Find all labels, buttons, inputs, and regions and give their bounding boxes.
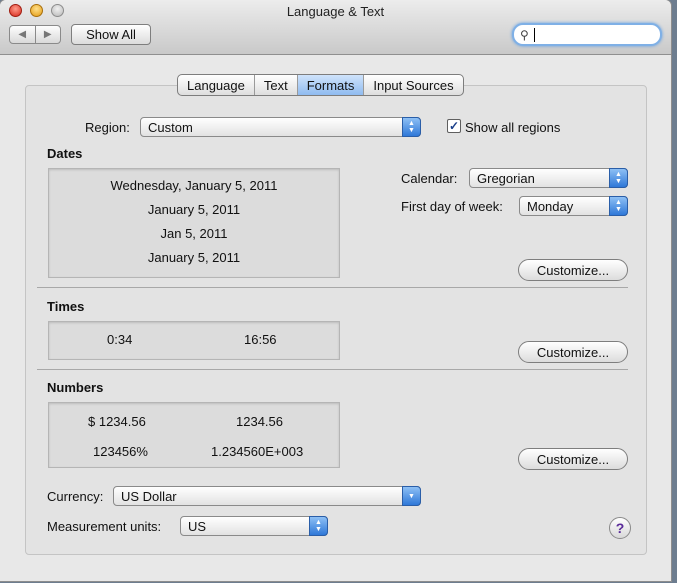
preferences-window: Language & Text ◀ ▶ Show All ⚲ Language … <box>0 0 671 581</box>
times-sample-box: 0:34 16:56 <box>48 321 340 360</box>
date-short: January 5, 2011 <box>147 250 241 265</box>
window-title: Language & Text <box>286 4 385 19</box>
text-caret <box>534 28 535 42</box>
search-input[interactable]: ⚲ <box>512 23 662 46</box>
number-currency: $ 1234.56 <box>88 414 146 429</box>
calendar-popup[interactable]: Gregorian ▲ ▼ <box>469 168 628 188</box>
show-all-button[interactable]: Show All <box>71 24 151 45</box>
times-customize-button[interactable]: Customize... <box>518 341 628 363</box>
region-label: Region: <box>85 120 130 135</box>
date-full: Wednesday, January 5, 2011 <box>110 178 278 193</box>
dates-heading: Dates <box>47 146 83 161</box>
popup-arrows-icon: ▲ ▼ <box>309 516 328 536</box>
region-value: Custom <box>148 119 193 135</box>
search-icon: ⚲ <box>520 28 529 42</box>
measurement-label: Measurement units: <box>47 519 162 534</box>
help-button[interactable]: ? <box>609 517 631 539</box>
currency-popup[interactable]: US Dollar ▼ <box>113 486 421 506</box>
first-day-popup[interactable]: Monday ▲ ▼ <box>519 196 628 216</box>
separator <box>37 287 628 288</box>
tab-bar: Language Text Formats Input Sources <box>177 74 464 96</box>
date-medium: Jan 5, 2011 <box>160 226 228 241</box>
popup-arrows-icon: ▲ ▼ <box>609 196 628 216</box>
dates-customize-button[interactable]: Customize... <box>518 259 628 281</box>
formats-panel <box>25 85 647 555</box>
region-popup[interactable]: Custom ▲ ▼ <box>140 117 421 137</box>
back-arrow-icon[interactable]: ◀ <box>10 26 36 43</box>
time-short: 0:34 <box>107 332 133 347</box>
currency-label: Currency: <box>47 489 104 504</box>
popup-arrow-icon: ▼ <box>402 486 421 506</box>
currency-value: US Dollar <box>121 488 177 504</box>
numbers-heading: Numbers <box>47 380 104 395</box>
date-long: January 5, 2011 <box>147 202 241 217</box>
number-scientific: 1.234560E+003 <box>211 444 304 459</box>
back-forward-control: ◀ ▶ <box>9 25 61 44</box>
calendar-value: Gregorian <box>477 170 535 186</box>
number-decimal: 1234.56 <box>236 414 283 429</box>
calendar-label: Calendar: <box>401 171 458 186</box>
show-all-regions-checkbox[interactable]: ✓ <box>447 119 461 133</box>
title-bar: Language & Text ◀ ▶ Show All ⚲ <box>0 0 671 55</box>
time-long: 16:56 <box>244 332 277 347</box>
numbers-customize-button[interactable]: Customize... <box>518 448 628 470</box>
tab-input-sources[interactable]: Input Sources <box>364 75 462 95</box>
question-mark-icon: ? <box>615 520 625 536</box>
times-heading: Times <box>47 299 85 314</box>
first-day-value: Monday <box>527 198 574 214</box>
popup-arrows-icon: ▲ ▼ <box>609 168 628 188</box>
forward-arrow-icon[interactable]: ▶ <box>36 26 61 43</box>
number-percent: 123456% <box>93 444 148 459</box>
show-all-regions-label: Show all regions <box>465 120 561 135</box>
measurement-value: US <box>188 518 207 534</box>
tab-text[interactable]: Text <box>255 75 298 95</box>
dates-sample-box: Wednesday, January 5, 2011 January 5, 20… <box>48 168 340 278</box>
tab-formats[interactable]: Formats <box>297 75 365 95</box>
numbers-sample-box: $ 1234.56 1234.56 123456% 1.234560E+003 <box>48 402 340 468</box>
tab-language[interactable]: Language <box>178 75 255 95</box>
popup-arrows-icon: ▲ ▼ <box>402 117 421 137</box>
first-day-label: First day of week: <box>401 199 503 214</box>
separator <box>37 369 628 370</box>
measurement-popup[interactable]: US ▲ ▼ <box>180 516 328 536</box>
